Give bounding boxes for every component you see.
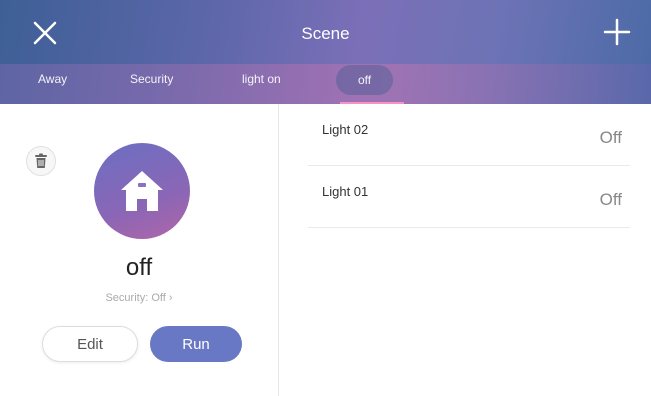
tab-off[interactable]: off: [336, 65, 394, 95]
panel-divider: [278, 104, 279, 396]
security-status-link[interactable]: Security: Off ›: [0, 292, 278, 304]
scene-name: off: [125, 254, 153, 281]
tab-light-on[interactable]: light on: [242, 72, 281, 86]
header-bar: Scene Away Security light on off: [0, 0, 651, 104]
device-name: Light 02: [322, 122, 369, 137]
scene-tabs: Away Security light on off: [0, 62, 651, 104]
active-tab-indicator: [340, 102, 404, 104]
scene-home-icon: [94, 143, 190, 239]
trash-icon[interactable]: [26, 146, 56, 176]
device-name: Light 01: [322, 184, 369, 199]
home-icon: [121, 171, 163, 211]
list-item[interactable]: Light 02 Off: [308, 104, 630, 166]
device-list: Light 02 Off Light 01 Off: [308, 104, 630, 228]
run-button[interactable]: Run: [150, 326, 242, 362]
page-title: Scene: [301, 24, 350, 43]
device-state: Off: [599, 128, 622, 147]
tab-away[interactable]: Away: [38, 72, 67, 86]
edit-button[interactable]: Edit: [42, 326, 138, 362]
device-state: Off: [599, 190, 622, 209]
list-item[interactable]: Light 01 Off: [308, 166, 630, 228]
add-icon[interactable]: [601, 16, 633, 48]
tab-security[interactable]: Security: [130, 72, 173, 86]
